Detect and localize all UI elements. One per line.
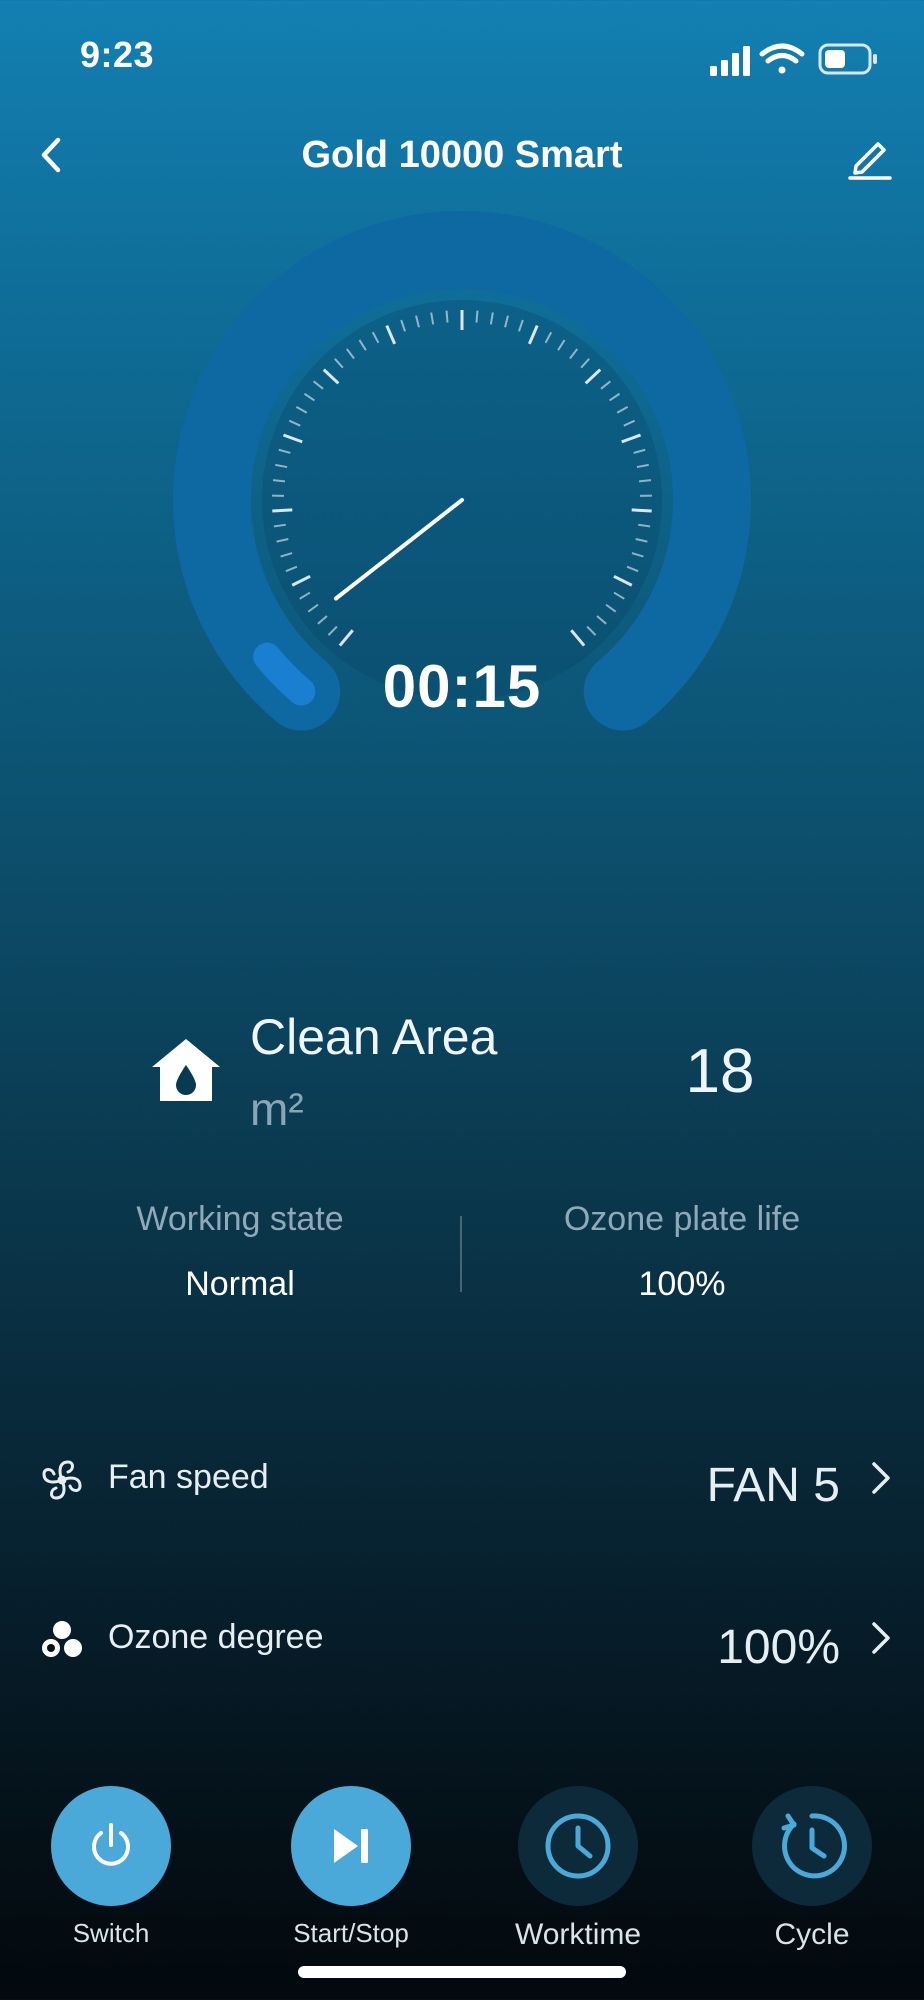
ozone-degree-row[interactable]: Ozone degree 100% bbox=[0, 1580, 924, 1700]
fan-speed-row[interactable]: Fan speed FAN 5 bbox=[0, 1420, 924, 1540]
worktime-label: Worktime bbox=[514, 1918, 642, 1951]
clock-icon bbox=[545, 1813, 611, 1879]
working-state: Working state Normal bbox=[20, 1200, 460, 1304]
clean-area-value: 18 bbox=[685, 1037, 755, 1106]
power-icon bbox=[92, 1823, 130, 1866]
dial-tick bbox=[631, 508, 652, 513]
fan-speed-label: Fan speed bbox=[108, 1458, 269, 1496]
ozone-plate-life-label: Ozone plate life bbox=[563, 1200, 801, 1238]
home-indicator bbox=[298, 1966, 626, 1978]
clean-area-unit: m² bbox=[250, 1083, 304, 1135]
switch-button[interactable] bbox=[51, 1786, 171, 1906]
ozone-plate-life-value: 100% bbox=[638, 1265, 726, 1303]
status-icons bbox=[710, 43, 877, 76]
clean-area-label: Clean Area bbox=[250, 1009, 498, 1065]
fan-icon bbox=[42, 1460, 82, 1500]
worktime-button[interactable] bbox=[518, 1786, 638, 1906]
start-stop-button[interactable] bbox=[291, 1786, 411, 1906]
working-state-label: Working state bbox=[136, 1200, 344, 1238]
chevron-right-icon bbox=[872, 1462, 890, 1494]
dial-tick bbox=[445, 310, 449, 323]
edit-pencil-icon[interactable] bbox=[844, 132, 894, 182]
dial-tick bbox=[272, 479, 286, 483]
working-state-value: Normal bbox=[185, 1265, 295, 1303]
signal-icon bbox=[710, 46, 750, 76]
dial-tick bbox=[272, 508, 293, 513]
timer-value: 00:15 bbox=[382, 653, 542, 720]
switch-label: Switch bbox=[72, 1918, 150, 1948]
play-pause-icon bbox=[334, 1829, 368, 1863]
chevron-right-icon bbox=[872, 1622, 890, 1654]
cycle-clock-icon bbox=[781, 1813, 848, 1879]
dial-tick bbox=[475, 310, 479, 323]
cycle-label: Cycle bbox=[774, 1918, 850, 1951]
cycle-button[interactable] bbox=[752, 1786, 872, 1906]
ozone-degree-value: 100% bbox=[717, 1621, 840, 1674]
ozone-degree-label: Ozone degree bbox=[108, 1618, 324, 1656]
ozone-icon bbox=[42, 1621, 82, 1657]
home-water-icon bbox=[152, 1039, 220, 1101]
battery-icon bbox=[818, 43, 877, 75]
start-stop-label: Start/Stop bbox=[293, 1918, 409, 1948]
fan-speed-value: FAN 5 bbox=[706, 1459, 840, 1512]
page-title: Gold 10000 Smart bbox=[301, 134, 623, 176]
status-time: 9:23 bbox=[80, 34, 155, 75]
dial-tick bbox=[638, 479, 652, 483]
wifi-icon bbox=[759, 43, 805, 74]
ozone-plate-life: Ozone plate life 100% bbox=[462, 1200, 902, 1304]
